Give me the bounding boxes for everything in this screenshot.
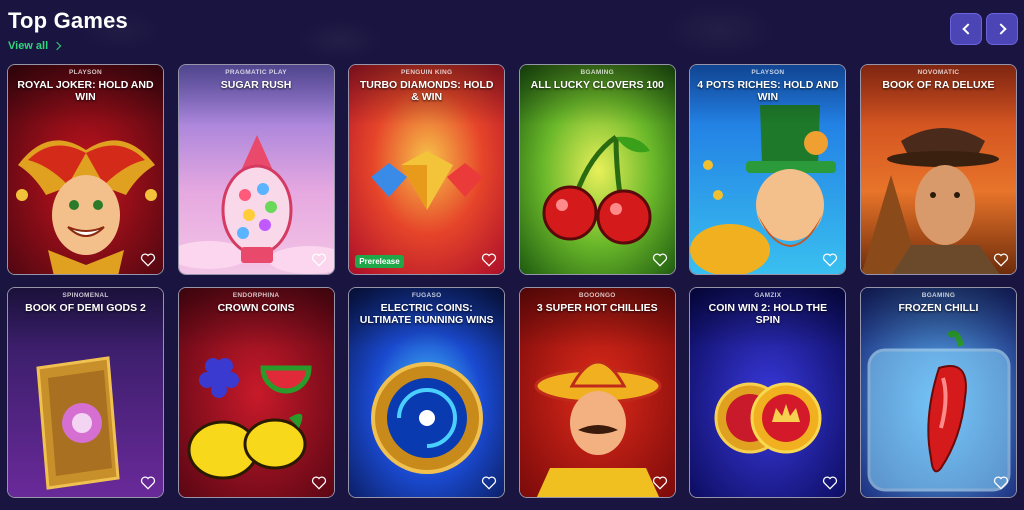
heart-icon[interactable] [311,476,327,490]
games-grid: PLAYSON ROYAL JOKER: HOLD AND WIN PRAGMA… [7,64,1017,498]
game-title: ALL LUCKY CLOVERS 100 [530,79,664,91]
section-header: Top Games View all [8,6,128,54]
game-provider: PRAGMATIC PLAY [225,69,287,76]
game-provider: FUGASO [411,292,442,299]
view-all-label: View all [8,40,49,52]
game-card[interactable]: PLAYSON 4 POTS RICHES: HOLD AND WIN [689,64,847,275]
game-provider: GAMZIX [754,292,782,299]
game-card[interactable]: PRAGMATIC PLAY SUGAR RUSH [177,64,335,275]
game-card[interactable]: BOOONGO 3 SUPER HOT CHILLIES [518,287,676,498]
chevron-right-icon [52,41,62,51]
game-title: BOOK OF RA DELUXE [882,79,995,91]
game-title: 3 SUPER HOT CHILLIES [536,302,658,314]
heart-icon[interactable] [311,253,327,267]
view-all-link[interactable]: View all [8,40,62,52]
heart-icon[interactable] [993,476,1009,490]
heart-icon[interactable] [822,253,838,267]
game-card[interactable]: FUGASO ELECTRIC COINS: ULTIMATE RUNNING … [348,287,506,498]
heart-icon[interactable] [822,476,838,490]
game-title: TURBO DIAMONDS: HOLD & WIN [359,79,494,103]
heart-icon[interactable] [652,476,668,490]
heart-icon[interactable] [140,476,156,490]
next-button[interactable] [986,13,1018,45]
game-title: SUGAR RUSH [220,79,292,91]
game-provider: NOVOMATIC [917,69,960,76]
game-provider: BOOONGO [578,292,616,299]
game-card[interactable]: NOVOMATIC BOOK OF RA DELUXE [859,64,1017,275]
game-title: FROZEN CHILLI [898,302,979,314]
game-card[interactable]: SPINOMENAL BOOK OF DEMI GODS 2 [7,287,164,498]
heart-icon[interactable] [481,253,497,267]
game-provider: PLAYSON [69,69,102,76]
game-provider: BGAMING [580,69,615,76]
game-card[interactable]: GAMZIX COIN WIN 2: HOLD THE SPIN [689,287,847,498]
heart-icon[interactable] [993,253,1009,267]
game-card[interactable]: PENGUIN KING TURBO DIAMONDS: HOLD & WIN … [348,64,506,275]
game-title: COIN WIN 2: HOLD THE SPIN [708,302,828,326]
heart-icon[interactable] [140,253,156,267]
carousel-nav [950,13,1018,45]
game-provider: BGAMING [921,292,956,299]
game-card[interactable]: BGAMING FROZEN CHILLI [859,287,1017,498]
section-title: Top Games [8,8,128,33]
game-provider: SPINOMENAL [62,292,109,299]
game-title: 4 POTS RICHES: HOLD AND WIN [697,79,839,103]
game-provider: ENDORPHINA [232,292,280,299]
prev-button[interactable] [950,13,982,45]
game-title: ROYAL JOKER: HOLD AND WIN [17,79,154,103]
chevron-left-icon [961,23,974,35]
game-card[interactable]: ENDORPHINA CROWN COINS [177,287,335,498]
game-provider: PENGUIN KING [401,69,453,76]
game-card[interactable]: PLAYSON ROYAL JOKER: HOLD AND WIN [7,64,164,275]
game-title: BOOK OF DEMI GODS 2 [25,302,146,314]
heart-icon[interactable] [481,476,497,490]
game-provider: PLAYSON [751,69,785,76]
game-card[interactable]: BGAMING ALL LUCKY CLOVERS 100 [518,64,676,275]
game-title: CROWN COINS [217,302,295,314]
prerelease-badge: Prerelease [355,255,404,268]
heart-icon[interactable] [652,253,668,267]
game-title: ELECTRIC COINS: ULTIMATE RUNNING WINS [359,302,494,326]
chevron-right-icon [994,23,1007,35]
